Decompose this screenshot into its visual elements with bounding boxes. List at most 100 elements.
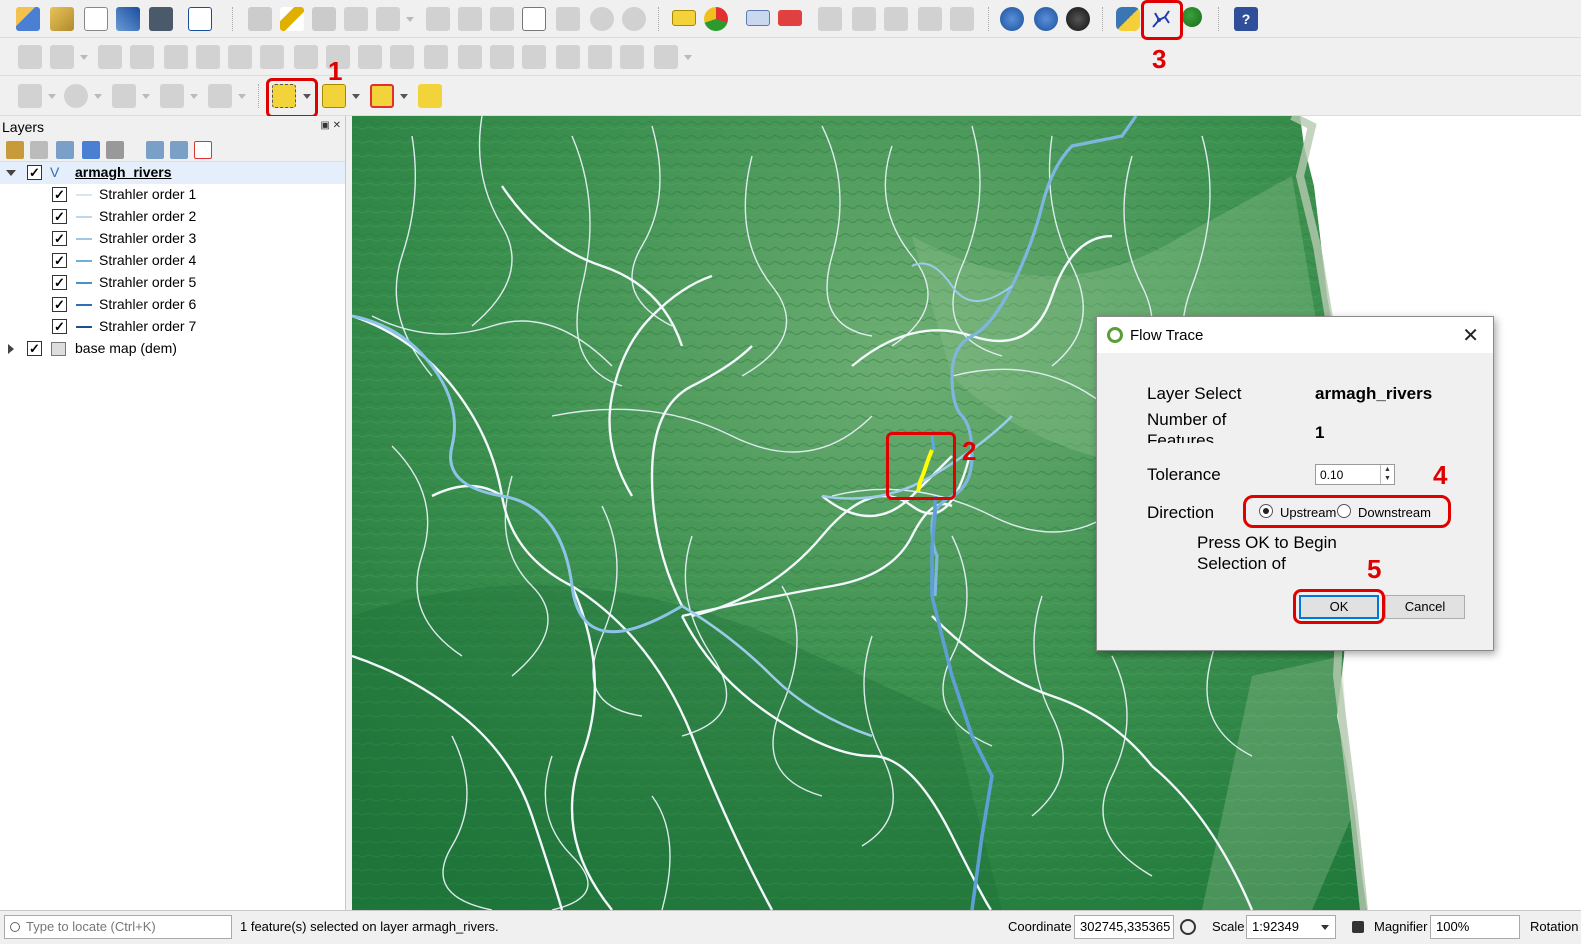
identify-icon[interactable] (1182, 7, 1202, 27)
vertex-tool-icon[interactable] (376, 7, 400, 31)
legend-item-strahler-5[interactable]: ✓ Strahler order 5 (0, 272, 345, 294)
advanced-digitize-icon-1[interactable] (18, 45, 42, 69)
select-by-location-icon[interactable] (418, 84, 442, 108)
new-virtual-layer-icon[interactable] (188, 7, 212, 31)
add-group-icon[interactable] (30, 141, 48, 159)
new-shapefile-layer-icon[interactable] (84, 7, 108, 31)
chevron-down-icon[interactable] (1321, 925, 1329, 930)
filter-expression-icon[interactable] (106, 141, 124, 159)
label-tool-icon[interactable] (672, 10, 696, 26)
advanced-digitize-icon-6[interactable] (196, 45, 220, 69)
scale-combobox[interactable]: 1:92349 (1246, 915, 1336, 939)
shape-digitize-icon-2[interactable] (64, 84, 88, 108)
collapse-all-icon[interactable] (170, 141, 188, 159)
shape-digitize-icon-1[interactable] (18, 84, 42, 108)
shape-digitize-icon-4[interactable] (160, 84, 184, 108)
copy-features-icon[interactable] (522, 7, 546, 31)
paste-features-icon[interactable] (556, 7, 580, 31)
advanced-digitize-icon-13[interactable] (424, 45, 448, 69)
help-icon[interactable]: ? (1234, 7, 1258, 31)
cursor-target-icon[interactable] (1180, 919, 1196, 935)
advanced-digitize-icon-3[interactable] (98, 45, 122, 69)
undo-icon[interactable] (590, 7, 614, 31)
legend-item-strahler-7[interactable]: ✓ Strahler order 7 (0, 316, 345, 338)
advanced-digitize-icon-16[interactable] (522, 45, 546, 69)
legend-item-checkbox[interactable]: ✓ (52, 209, 67, 224)
legend-item-strahler-1[interactable]: ✓ Strahler order 1 (0, 184, 345, 206)
toggle-editing-pencil-icon[interactable] (280, 7, 304, 31)
legend-item-checkbox[interactable]: ✓ (52, 319, 67, 334)
expand-all-icon[interactable] (146, 141, 164, 159)
python-console-icon[interactable] (1116, 7, 1140, 31)
edits-icon[interactable] (248, 7, 272, 31)
cancel-button[interactable]: Cancel (1385, 595, 1465, 619)
legend-item-checkbox[interactable]: ✓ (52, 253, 67, 268)
layer-visibility-checkbox[interactable]: ✓ (27, 165, 42, 180)
layer-select-value[interactable]: armagh_rivers (1315, 383, 1432, 404)
advanced-digitize-icon-4[interactable] (130, 45, 154, 69)
legend-item-strahler-4[interactable]: ✓ Strahler order 4 (0, 250, 345, 272)
manage-map-themes-icon[interactable] (56, 141, 74, 159)
attribute-table-select-icon[interactable] (322, 84, 346, 108)
close-icon[interactable]: ✕ (1462, 323, 1479, 348)
coordinate-field[interactable]: 302745,335365 (1074, 915, 1174, 939)
lock-icon[interactable] (1352, 921, 1364, 933)
globe-web-icon[interactable] (1000, 7, 1024, 31)
advanced-digitize-icon-5[interactable] (164, 45, 188, 69)
deselect-features-icon[interactable] (370, 84, 394, 108)
advanced-digitize-icon-19[interactable] (620, 45, 644, 69)
label-pin-icon[interactable] (778, 10, 802, 26)
expand-arrow-icon[interactable] (6, 170, 16, 176)
globe-network-icon[interactable] (1066, 7, 1090, 31)
filter-legend-icon[interactable] (82, 141, 100, 159)
diagram-tool-icon[interactable] (704, 7, 728, 31)
shape-digitize-icon-5[interactable] (208, 84, 232, 108)
style-manager-icon[interactable] (6, 141, 24, 159)
advanced-digitize-icon-14[interactable] (458, 45, 482, 69)
remove-layer-icon[interactable] (194, 141, 212, 159)
legend-item-strahler-2[interactable]: ✓ Strahler order 2 (0, 206, 345, 228)
advanced-digitize-icon-9[interactable] (294, 45, 318, 69)
label-rotate-icon[interactable] (852, 7, 876, 31)
redo-icon[interactable] (622, 7, 646, 31)
open-data-source-manager-icon[interactable] (16, 7, 40, 31)
label-move-icon[interactable] (818, 7, 842, 31)
spin-arrows-icon[interactable]: ▲ ▼ (1380, 465, 1394, 484)
tolerance-spinbox[interactable]: 0.10 ▲ ▼ (1315, 464, 1395, 485)
advanced-digitize-icon-20[interactable] (654, 45, 678, 69)
memory-layer-icon[interactable] (149, 7, 173, 31)
locator-search-input[interactable]: Type to locate (Ctrl+K) (4, 915, 232, 939)
panel-float-close-icons[interactable]: ▣ ✕ (320, 120, 341, 131)
advanced-digitize-icon-18[interactable] (588, 45, 612, 69)
shape-digitize-icon-3[interactable] (112, 84, 136, 108)
magnifier-spinbox[interactable]: 100% (1430, 915, 1520, 939)
advanced-digitize-icon-11[interactable] (358, 45, 382, 69)
cut-features-icon[interactable] (490, 7, 514, 31)
advanced-digitize-icon-7[interactable] (228, 45, 252, 69)
advanced-digitize-icon-2[interactable] (50, 45, 74, 69)
advanced-digitize-icon-15[interactable] (490, 45, 514, 69)
legend-item-checkbox[interactable]: ✓ (52, 297, 67, 312)
legend-item-checkbox[interactable]: ✓ (52, 231, 67, 246)
layer-base-map-dem[interactable]: ✓ base map (dem) (0, 338, 345, 360)
attribute-edit-icon[interactable] (426, 7, 450, 31)
layer-group-armagh-rivers[interactable]: ✓ V armagh_rivers (0, 162, 345, 184)
legend-item-checkbox[interactable]: ✓ (52, 275, 67, 290)
digitize-icon[interactable] (116, 7, 140, 31)
expand-arrow-icon[interactable] (8, 344, 14, 354)
label-properties-icon[interactable] (950, 7, 974, 31)
new-geopackage-layer-icon[interactable] (50, 7, 74, 31)
legend-item-strahler-6[interactable]: ✓ Strahler order 6 (0, 294, 345, 316)
save-edits-icon[interactable] (312, 7, 336, 31)
advanced-digitize-icon-17[interactable] (556, 45, 580, 69)
globe-add-icon[interactable] (1034, 7, 1058, 31)
legend-item-checkbox[interactable]: ✓ (52, 187, 67, 202)
advanced-digitize-icon-8[interactable] (260, 45, 284, 69)
layer-visibility-checkbox[interactable]: ✓ (27, 341, 42, 356)
advanced-digitize-icon-12[interactable] (390, 45, 414, 69)
add-feature-icon[interactable] (344, 7, 368, 31)
legend-item-strahler-3[interactable]: ✓ Strahler order 3 (0, 228, 345, 250)
label-change-icon[interactable] (884, 7, 908, 31)
delete-selected-icon[interactable] (458, 7, 482, 31)
label-highlight-icon[interactable] (746, 10, 770, 26)
